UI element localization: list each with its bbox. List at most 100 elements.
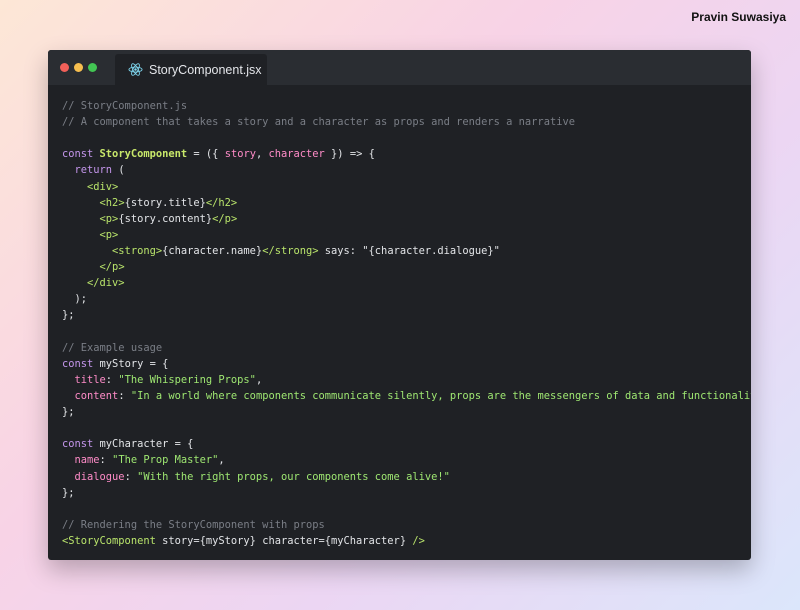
code-line: <p> — [62, 227, 751, 243]
code-token: {character.name} — [162, 244, 263, 257]
code-token: <div> — [87, 180, 119, 193]
code-line: <p>{story.content}</p> — [62, 211, 751, 227]
code-line: // Rendering the StoryComponent with pro… — [62, 517, 751, 533]
author-name: Pravin Suwasiya — [691, 10, 786, 24]
code-token: const — [62, 357, 100, 370]
react-icon — [128, 62, 143, 77]
code-token: , — [218, 454, 225, 467]
code-line: const myStory = { — [62, 356, 751, 372]
code-line: <StoryComponent story={myStory} characte… — [62, 533, 751, 549]
close-window-button[interactable] — [60, 63, 69, 72]
code-token: <strong> — [112, 244, 163, 257]
code-token: }; — [62, 406, 75, 419]
maximize-window-button[interactable] — [88, 63, 97, 72]
code-token: : — [124, 470, 138, 483]
code-token: , — [255, 148, 269, 161]
code-token: // A component that takes a story and a … — [62, 116, 575, 129]
code-token: </strong> — [262, 244, 319, 257]
code-line: content: "In a world where components co… — [62, 388, 751, 404]
code-token: <p> — [99, 212, 119, 225]
code-token: {story.title} — [124, 196, 206, 209]
code-token: }; — [62, 309, 75, 322]
tab-storycomponent[interactable]: StoryComponent.jsx — [115, 54, 267, 85]
code-line: const myCharacter = { — [62, 436, 751, 452]
code-token: </div> — [87, 277, 125, 290]
code-line: const StoryComponent = ({ story, charact… — [62, 146, 751, 162]
code-line: ); — [62, 291, 751, 307]
code-line: // A component that takes a story and a … — [62, 114, 751, 130]
tab-label: StoryComponent.jsx — [149, 62, 262, 77]
code-token: </p> — [212, 212, 238, 225]
code-token: }; — [62, 486, 75, 499]
code-token: // StoryComponent.js — [62, 100, 188, 112]
code-token: character — [268, 148, 325, 161]
code-token: : — [118, 389, 131, 402]
code-token: : — [99, 454, 113, 467]
code-token: const — [62, 148, 100, 161]
code-token: ( — [118, 164, 125, 177]
code-token: {story.content} — [118, 212, 213, 225]
code-token: : — [105, 373, 119, 386]
code-line: <h2>{story.title}</h2> — [62, 195, 751, 211]
code-token: content — [74, 389, 119, 402]
code-token: , — [255, 373, 263, 386]
code-token: return — [62, 164, 119, 177]
code-token: <h2> — [99, 196, 125, 209]
code-token: const — [62, 438, 100, 451]
code-line: return ( — [62, 162, 751, 178]
code-token: name — [74, 454, 100, 467]
code-token: "In a world where components communicate… — [130, 389, 751, 402]
title-bar: StoryComponent.jsx — [48, 50, 751, 85]
code-token: /> — [412, 534, 425, 547]
code-token: <p> — [99, 228, 119, 241]
code-token: title — [74, 373, 106, 386]
code-token: ); — [62, 293, 88, 306]
code-token: StoryComponent — [99, 148, 188, 161]
code-line: // Example usage — [62, 340, 751, 356]
code-token: "The Whispering Props" — [118, 373, 256, 386]
code-editor[interactable]: // StoryComponent.js // A component that … — [62, 98, 751, 549]
code-line: name: "The Prop Master", — [62, 452, 751, 468]
code-token: // Example usage — [62, 341, 163, 354]
code-line: }; — [62, 485, 751, 501]
code-window: StoryComponent.jsx // StoryComponent.js /… — [48, 50, 751, 560]
code-line: </p> — [62, 259, 751, 275]
code-line: title: "The Whispering Props", — [62, 372, 751, 388]
code-token: says: "{character.dialogue}" — [318, 244, 500, 257]
code-token: </p> — [99, 261, 125, 274]
code-line: }; — [62, 307, 751, 323]
code-line: </div> — [62, 275, 751, 291]
code-line: <div> — [62, 179, 751, 195]
code-token: = ({ — [187, 148, 225, 161]
code-token: story — [224, 148, 256, 161]
code-token: myCharacter = { — [99, 438, 194, 451]
code-line: dialogue: "With the right props, our com… — [62, 469, 751, 485]
code-token: dialogue — [74, 470, 125, 483]
code-token: }) => { — [324, 148, 375, 161]
code-line: <strong>{character.name}</strong> says: … — [62, 243, 751, 259]
minimize-window-button[interactable] — [74, 63, 83, 72]
code-token: </h2> — [205, 196, 238, 209]
code-token: "The Prop Master" — [112, 454, 219, 467]
code-token: // Rendering the StoryComponent with pro… — [62, 518, 325, 531]
code-line: // StoryComponent.js — [62, 98, 751, 114]
code-token: myStory = { — [99, 357, 169, 370]
code-token: "With the right props, our components co… — [137, 470, 450, 483]
code-token: <StoryComponent — [62, 534, 156, 547]
code-line: }; — [62, 404, 751, 420]
